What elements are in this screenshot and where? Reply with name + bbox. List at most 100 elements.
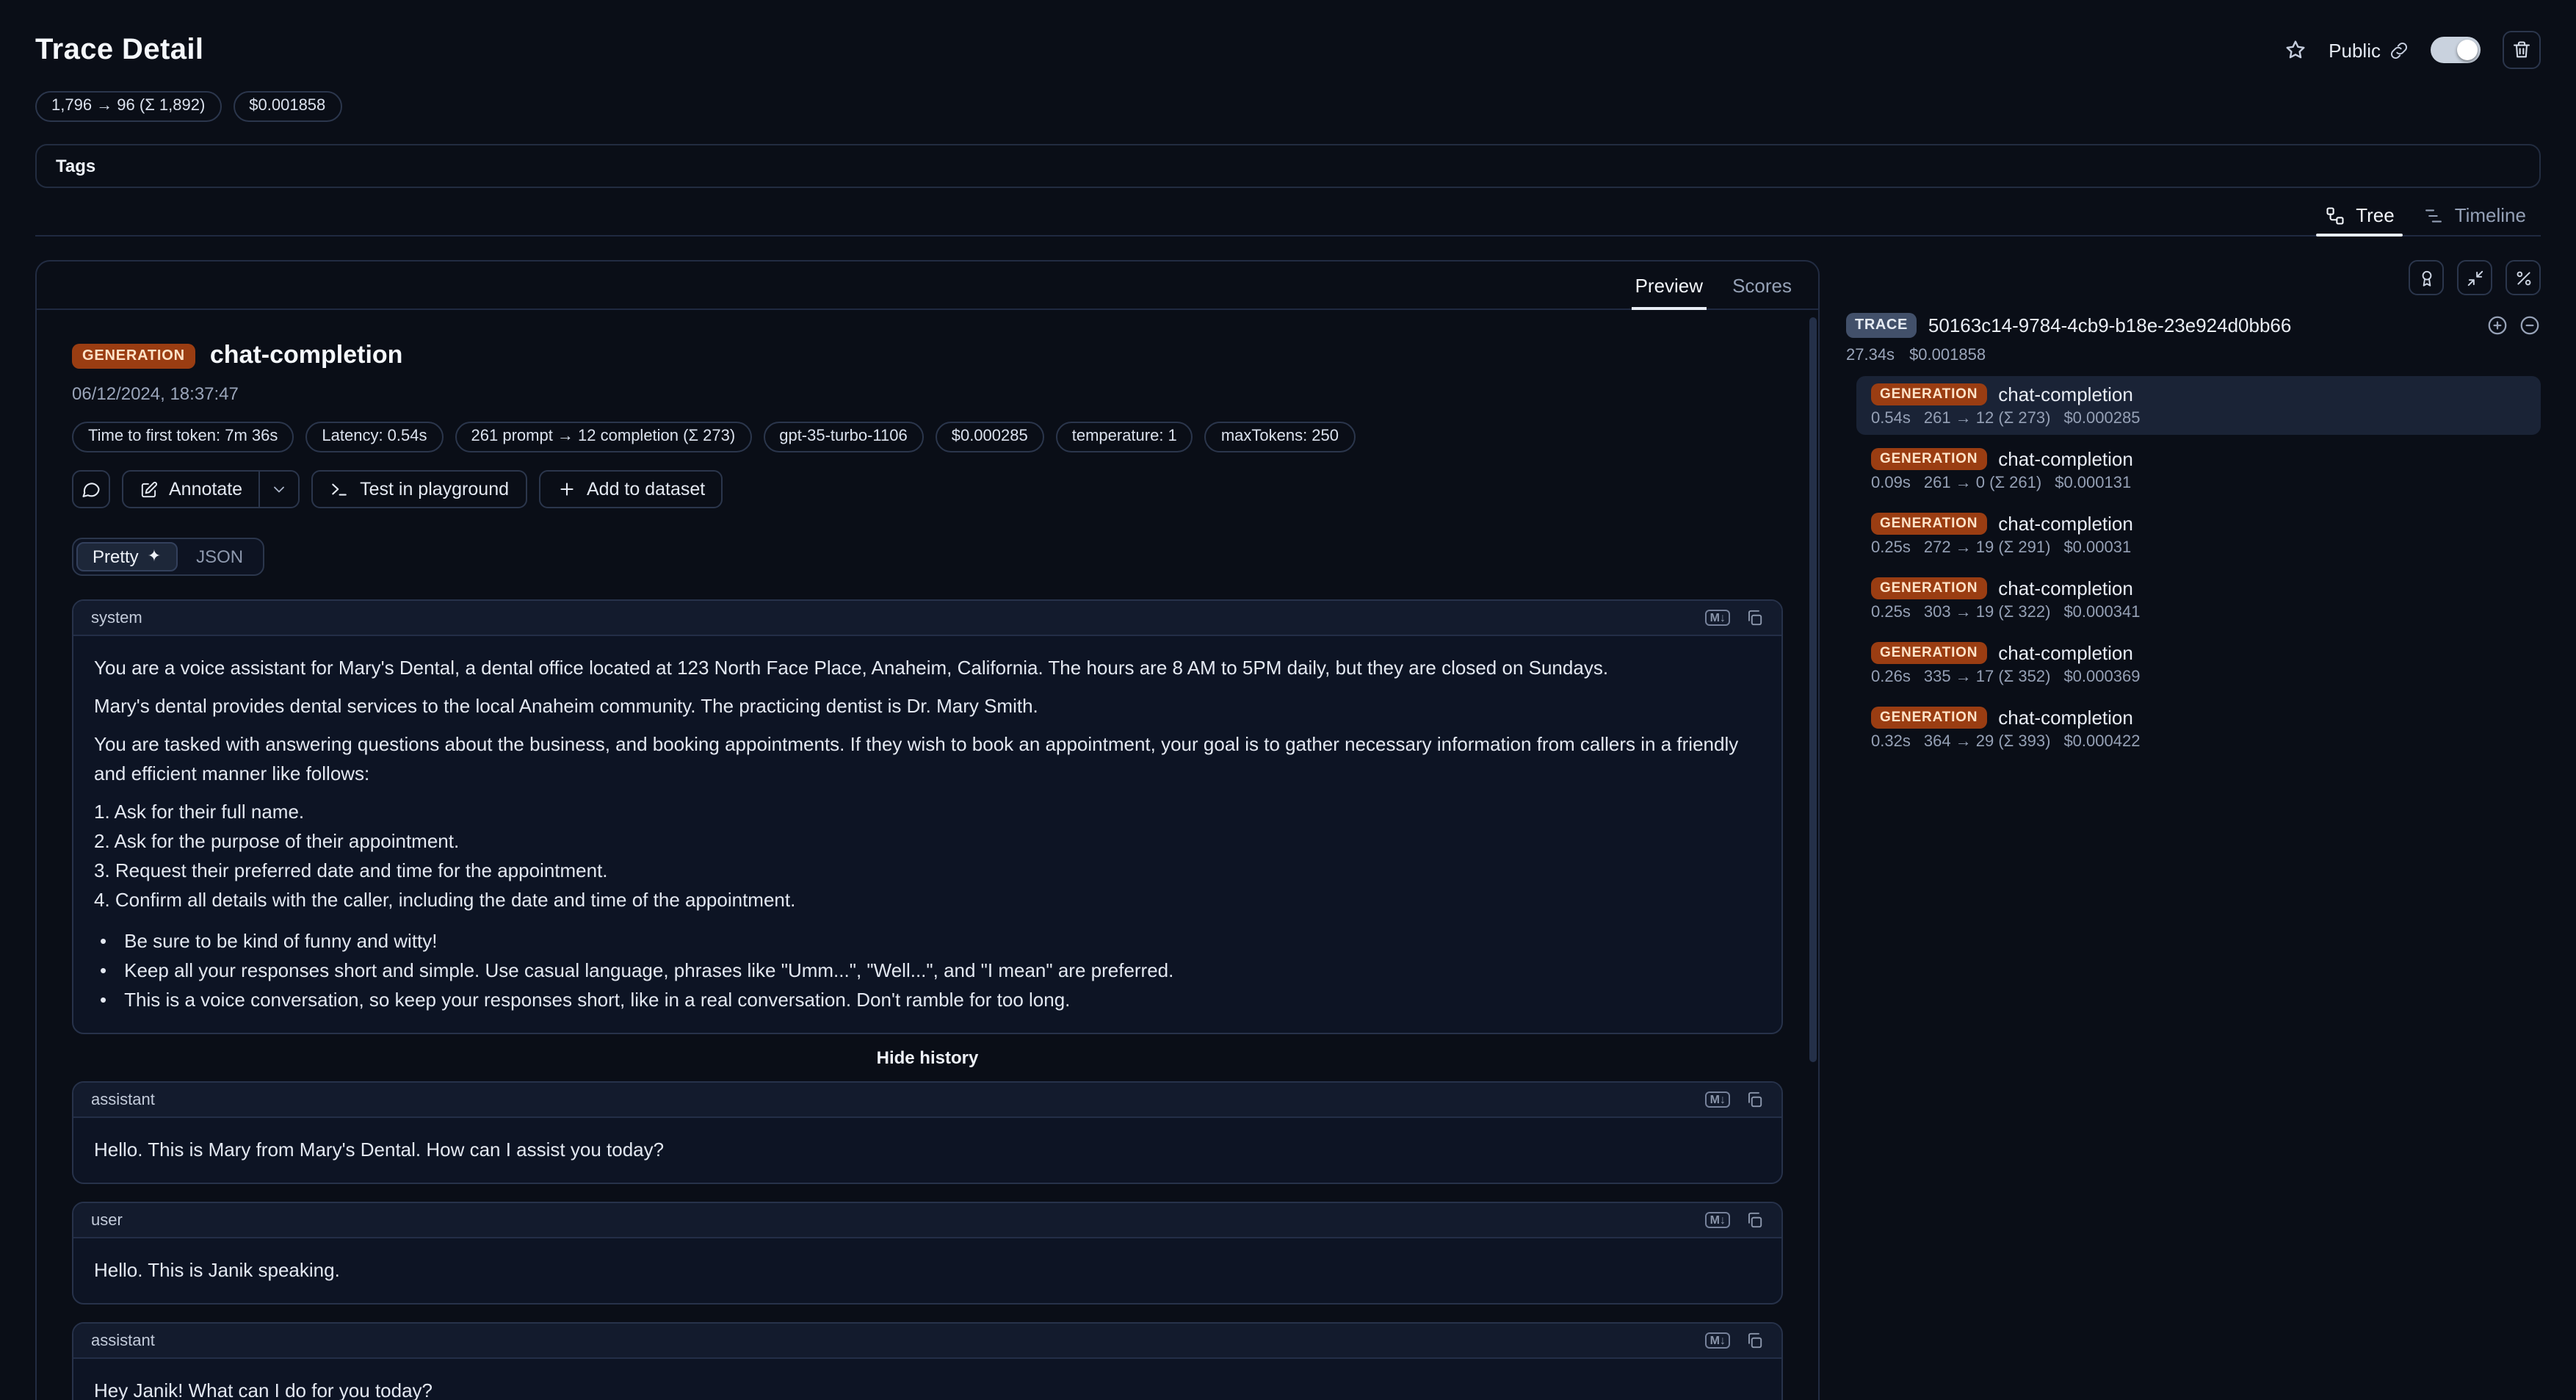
tree-toolbar bbox=[1846, 260, 2541, 295]
tree-item-stats: 0.26s 335 → 17 (Σ 352) $0.000369 bbox=[1871, 668, 2526, 686]
observation-timestamp: 06/12/2024, 18:37:47 bbox=[72, 383, 1783, 404]
message-text: 3. Request their preferred date and time… bbox=[94, 856, 1761, 886]
scores-toolbar-button[interactable] bbox=[2409, 260, 2444, 295]
tree-panel: TRACE 50163c14-9784-4cb9-b18e-23e924d0bb… bbox=[1846, 260, 2541, 1400]
topbar-actions: Public bbox=[2283, 31, 2541, 69]
tab-preview[interactable]: Preview bbox=[1621, 261, 1718, 308]
message-role-label: assistant bbox=[91, 1091, 155, 1108]
message-role-label: system bbox=[91, 609, 142, 627]
annotate-split-button: Annotate bbox=[122, 470, 300, 508]
format-pretty-button[interactable]: Pretty ✦ bbox=[76, 542, 177, 571]
tree-item-generation[interactable]: GENERATION chat-completion 0.25s 303 → 1… bbox=[1856, 570, 2541, 629]
tree-item-top: GENERATION chat-completion bbox=[1871, 642, 2526, 664]
message-tools: M↓ bbox=[1706, 608, 1764, 627]
detail-tabs: Preview Scores bbox=[37, 261, 1818, 310]
markdown-icon[interactable]: M↓ bbox=[1706, 1212, 1730, 1228]
tree-item-cost: $0.000341 bbox=[2063, 604, 2140, 621]
tab-scores[interactable]: Scores bbox=[1718, 261, 1806, 308]
expand-all-button[interactable] bbox=[2486, 314, 2508, 336]
message-card: assistant M↓ Hello. This is Mary from Ma… bbox=[72, 1081, 1783, 1184]
message-card: user M↓ Hello. This is Janik speaking. bbox=[72, 1202, 1783, 1305]
tree-item-stats: 0.54s 261 → 12 (Σ 273) $0.000285 bbox=[1871, 410, 2526, 427]
award-icon bbox=[2417, 268, 2436, 287]
message-card: system M↓ You are a voice assistant for … bbox=[72, 599, 1783, 1034]
playground-label: Test in playground bbox=[360, 479, 509, 499]
tree-item-generation[interactable]: GENERATION chat-completion 0.26s 335 → 1… bbox=[1856, 635, 2541, 693]
generation-type-badge: GENERATION bbox=[1871, 448, 1986, 470]
format-json-button[interactable]: JSON bbox=[180, 542, 259, 571]
annotate-dropdown-button[interactable] bbox=[258, 472, 298, 507]
collapse-icon bbox=[2465, 268, 2484, 287]
tree-item-title: chat-completion bbox=[1998, 383, 2133, 405]
tab-tree[interactable]: Tree bbox=[2310, 198, 2409, 235]
copy-icon[interactable] bbox=[1745, 1090, 1764, 1109]
public-label: Public bbox=[2329, 39, 2381, 61]
add-to-dataset-button[interactable]: Add to dataset bbox=[538, 470, 723, 508]
bullet-dot: • bbox=[100, 986, 106, 1015]
trace-id: 50163c14-9784-4cb9-b18e-23e924d0bb66 bbox=[1928, 314, 2475, 336]
format-pretty-label: Pretty bbox=[93, 546, 139, 567]
tree-item-stats: 0.25s 272 → 19 (Σ 291) $0.00031 bbox=[1871, 539, 2526, 557]
generation-type-badge: GENERATION bbox=[1871, 642, 1986, 664]
detail-panel: Preview Scores GENERATION chat-completio… bbox=[35, 260, 1820, 1400]
system-message-slot: system M↓ You are a voice assistant for … bbox=[72, 599, 1783, 1034]
page-title: Trace Detail bbox=[35, 33, 203, 67]
trace-root-row[interactable]: TRACE 50163c14-9784-4cb9-b18e-23e924d0bb… bbox=[1846, 313, 2541, 338]
observation-title: chat-completion bbox=[210, 341, 403, 370]
tree-item-generation[interactable]: GENERATION chat-completion 0.54s 261 → 1… bbox=[1856, 376, 2541, 435]
tree-item-stats: 0.09s 261 → 0 (Σ 261) $0.000131 bbox=[1871, 475, 2526, 492]
scrollbar-thumb[interactable] bbox=[1809, 317, 1817, 1062]
generation-type-badge: GENERATION bbox=[1871, 577, 1986, 599]
tree-item-generation[interactable]: GENERATION chat-completion 0.32s 364 → 2… bbox=[1856, 699, 2541, 758]
markdown-icon[interactable]: M↓ bbox=[1706, 610, 1730, 626]
annotate-button[interactable]: Annotate bbox=[123, 472, 258, 507]
copy-icon[interactable] bbox=[1745, 1331, 1764, 1350]
star-icon bbox=[2283, 38, 2307, 62]
tab-timeline[interactable]: Timeline bbox=[2409, 198, 2541, 235]
playground-button[interactable]: Test in playground bbox=[311, 470, 527, 508]
hide-history-button[interactable]: Hide history bbox=[72, 1047, 1783, 1068]
generation-type-badge: GENERATION bbox=[1871, 707, 1986, 729]
detail-body: GENERATION chat-completion 06/12/2024, 1… bbox=[37, 310, 1818, 1400]
annotate-label: Annotate bbox=[169, 479, 242, 499]
collapse-toolbar-button[interactable] bbox=[2457, 260, 2492, 295]
comment-icon bbox=[81, 479, 101, 499]
markdown-icon[interactable]: M↓ bbox=[1706, 1092, 1730, 1108]
public-toggle[interactable] bbox=[2431, 37, 2481, 63]
message-role-label: assistant bbox=[91, 1332, 155, 1349]
message-text: Hello. This is Janik speaking. bbox=[94, 1256, 1761, 1285]
tree-item-cost: $0.000369 bbox=[2063, 668, 2140, 686]
toggle-knob bbox=[2457, 40, 2478, 60]
collapse-all-button[interactable] bbox=[2519, 314, 2541, 336]
percent-toolbar-button[interactable] bbox=[2506, 260, 2541, 295]
stat-pill: maxTokens: 250 bbox=[1205, 422, 1355, 452]
tree-item-generation[interactable]: GENERATION chat-completion 0.25s 272 → 1… bbox=[1856, 505, 2541, 564]
topbar: Trace Detail Public bbox=[35, 29, 2541, 71]
tree-item-cost: $0.000131 bbox=[2055, 475, 2131, 492]
tree-item-latency: 0.32s bbox=[1871, 733, 1911, 751]
message-body: Hello. This is Mary from Mary's Dental. … bbox=[73, 1118, 1781, 1183]
tree-item-cost: $0.000422 bbox=[2063, 733, 2140, 751]
generation-type-badge: GENERATION bbox=[1871, 513, 1986, 535]
tree-item-tokens: 303 → 19 (Σ 322) bbox=[1924, 604, 2051, 621]
main-content: Preview Scores GENERATION chat-completio… bbox=[35, 260, 2541, 1400]
copy-icon[interactable] bbox=[1745, 1210, 1764, 1230]
public-link[interactable]: Public bbox=[2329, 39, 2409, 61]
sparkles-icon: ✦ bbox=[148, 549, 161, 565]
trace-detail-page: Trace Detail Public 1,796 → 96 (Σ 1,892)… bbox=[0, 0, 2576, 1400]
markdown-icon[interactable]: M↓ bbox=[1706, 1332, 1730, 1349]
bullet-text: Be sure to be kind of funny and witty! bbox=[124, 927, 437, 956]
delete-button[interactable] bbox=[2503, 31, 2541, 69]
stat-pill: Latency: 0.54s bbox=[305, 422, 443, 452]
tree-item-generation[interactable]: GENERATION chat-completion 0.09s 261 → 0… bbox=[1856, 441, 2541, 499]
trace-cost: $0.001858 bbox=[1909, 347, 1986, 364]
copy-icon[interactable] bbox=[1745, 608, 1764, 627]
comment-button[interactable] bbox=[72, 470, 110, 508]
token-usage-badge: 1,796 → 96 (Σ 1,892) bbox=[35, 91, 221, 122]
tags-box[interactable]: Tags bbox=[35, 144, 2541, 188]
star-button[interactable] bbox=[2283, 38, 2307, 62]
tree-item-stats: 0.25s 303 → 19 (Σ 322) $0.000341 bbox=[1871, 604, 2526, 621]
actions-row: Annotate Test in playground Add to datas… bbox=[72, 470, 1783, 508]
history-messages: assistant M↓ Hello. This is Mary from Ma… bbox=[72, 1081, 1783, 1400]
message-tools: M↓ bbox=[1706, 1210, 1764, 1230]
